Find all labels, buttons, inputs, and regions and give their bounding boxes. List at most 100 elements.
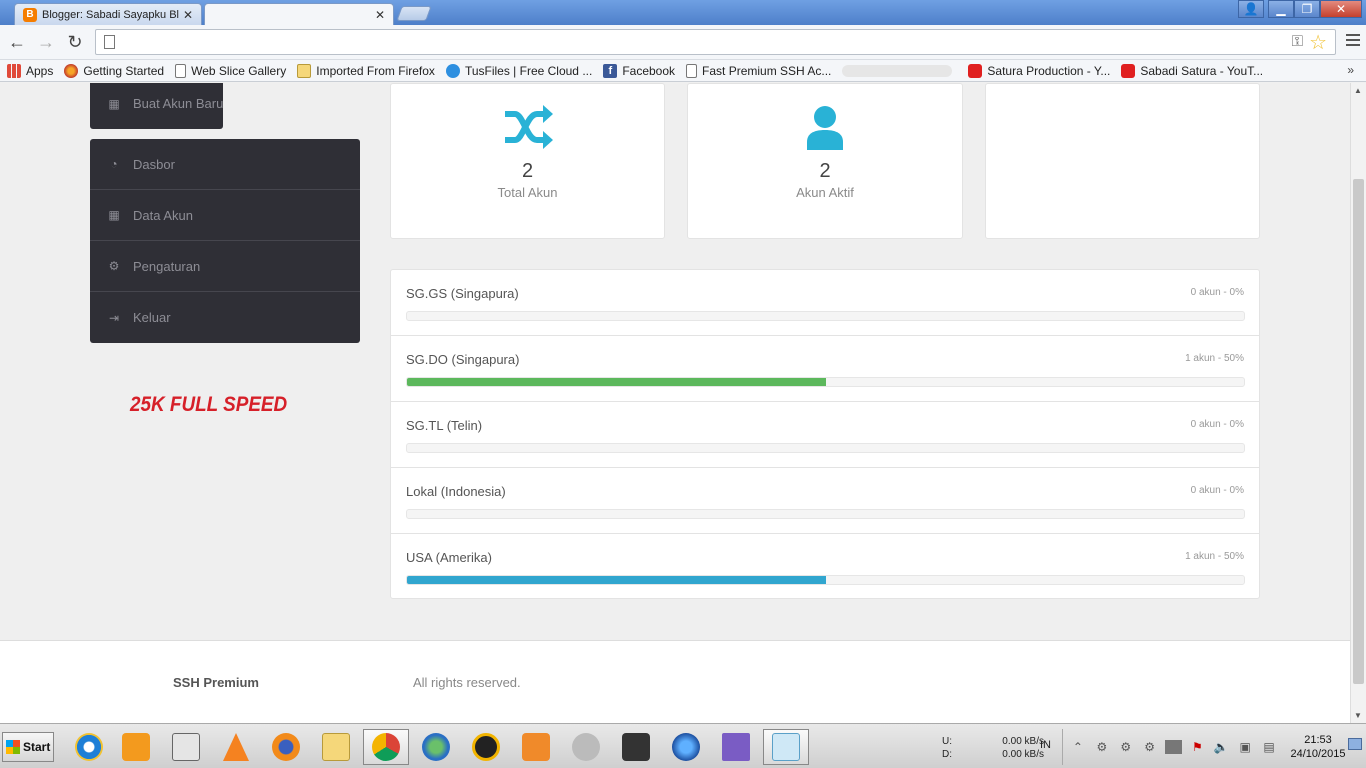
server-usage: 0 akun - 0% (1190, 287, 1244, 298)
start-button[interactable]: Start (2, 732, 54, 762)
tab-active[interactable]: ✕ (204, 3, 394, 25)
flag-tray-icon[interactable]: ⚑ (1188, 740, 1206, 754)
user-icon[interactable]: 👤 (1238, 0, 1264, 18)
system-clock[interactable]: 21:53 24/10/2015 (1290, 733, 1346, 761)
vpn-triangle-icon[interactable] (463, 729, 509, 765)
close-tab-icon[interactable]: ✕ (183, 8, 193, 22)
address-bar[interactable]: ⚿ ☆ (95, 29, 1336, 55)
server-name: SG.DO (Singapura) (406, 352, 520, 367)
back-arrow-icon[interactable]: ← (7, 32, 27, 52)
scrollbar-thumb[interactable] (1353, 179, 1364, 684)
server-name: USA (Amerika) (406, 550, 492, 565)
window-controls: ▁ ❐ ✕ (1268, 0, 1362, 18)
bookmark-imported-from-firefox[interactable]: Imported From Firefox (297, 63, 435, 78)
internet-explorer-icon[interactable] (66, 729, 112, 765)
upload-speed: 0.00 kB/s (1002, 736, 1044, 747)
globe-icon[interactable] (413, 729, 459, 765)
vlc-icon[interactable] (213, 729, 259, 765)
galaxy-app-icon[interactable] (763, 729, 809, 765)
server-list: SG.GS (Singapura) 0 akun - 0% SG.DO (Singa… (390, 269, 1260, 599)
bookmark-fast-premium-ssh[interactable]: Fast Premium SSH Ac... (686, 63, 831, 78)
server-row: Lokal (Indonesia) 0 akun - 0% (391, 468, 1259, 534)
dashboard-icon: ◔ (110, 157, 118, 171)
tab-blogger[interactable]: B Blogger: Sabadi Sayapku Blc ✕ (14, 3, 202, 25)
chrome-icon[interactable] (363, 729, 409, 765)
bookmark-satura-production[interactable]: Satura Production - Y... (968, 63, 1110, 78)
server-row: SG.GS (Singapura) 0 akun - 0% (391, 270, 1259, 336)
user-button[interactable]: 👤 (1238, 0, 1264, 18)
firefox-icon[interactable] (263, 729, 309, 765)
show-desktop-button[interactable] (1348, 738, 1362, 750)
facebook-icon: f (603, 63, 618, 78)
vertical-scrollbar[interactable]: ▲ ▼ (1350, 83, 1366, 723)
close-window-button[interactable]: ✕ (1320, 0, 1362, 18)
show-hidden-icons-icon[interactable]: ⌃ (1069, 740, 1087, 754)
bookmark-web-slice-gallery[interactable]: Web Slice Gallery (175, 63, 287, 78)
openvpn-icon[interactable] (513, 729, 559, 765)
sidebar-top-panel: ▦ Buat Akun Baru (90, 83, 224, 129)
page-icon (686, 63, 698, 78)
close-tab-icon[interactable]: ✕ (375, 8, 385, 22)
scroll-down-icon[interactable]: ▼ (1354, 711, 1362, 720)
usage-progress-bar (406, 311, 1245, 321)
power-tray-icon[interactable]: ▤ (1260, 740, 1278, 754)
bookmark-label: Web Slice Gallery (191, 63, 287, 78)
bookmark-getting-started[interactable]: Getting Started (64, 63, 164, 78)
stat-card-total-akun: 2 Total Akun (390, 83, 665, 239)
firefox-icon (64, 63, 79, 78)
scroll-up-icon[interactable]: ▲ (1354, 86, 1362, 95)
new-tab-button[interactable] (396, 6, 432, 21)
folder-icon (297, 63, 312, 78)
network-tray-icon[interactable]: ⚙ (1141, 740, 1159, 754)
sidebar-item-pengaturan[interactable]: ⚙ Pengaturan (90, 241, 360, 292)
sidebar-item-data-akun[interactable]: ▦ Data Akun (90, 190, 360, 241)
shuffle-icon (391, 104, 664, 150)
browser-toolbar: ← → ↻ ⚿ ☆ (0, 25, 1366, 60)
key-icon[interactable]: ⚿ (1292, 33, 1303, 50)
usage-progress-bar (406, 377, 1245, 387)
promo-text: 25K FULL SPEED (130, 393, 288, 416)
logout-icon: ⇥ (108, 310, 120, 325)
network-tray-icon[interactable]: ⚙ (1093, 740, 1111, 754)
bookmark-tusfiles[interactable]: TusFiles | Free Cloud ... (445, 63, 592, 78)
info-icon[interactable] (613, 729, 659, 765)
sidebar-item-dasbor[interactable]: ◔ Dasbor (90, 139, 360, 190)
volume-icon[interactable]: 🔈 (1212, 740, 1230, 754)
tools-icon[interactable] (563, 729, 609, 765)
network-tool-icon[interactable] (713, 729, 759, 765)
menu-icon[interactable] (1346, 34, 1360, 48)
device-tray-icon[interactable]: ▣ (1236, 740, 1254, 754)
server-usage: 1 akun - 50% (1185, 551, 1244, 562)
network-app-icon[interactable] (663, 729, 709, 765)
sidebar-item-buat-akun-baru[interactable]: ▦ Buat Akun Baru (90, 83, 223, 129)
network-monitor: U: 0.00 kB/s D: 0.00 kB/s (942, 735, 1044, 761)
file-explorer-icon[interactable] (313, 729, 359, 765)
media-player-icon[interactable] (113, 729, 159, 765)
upload-label: U: (942, 736, 952, 747)
bookmark-sabadi-satura[interactable]: Sabadi Satura - YouT... (1121, 63, 1263, 78)
star-icon[interactable]: ☆ (1309, 30, 1327, 55)
new-account-icon: ▦ (108, 96, 120, 111)
restore-button[interactable]: ❐ (1294, 0, 1320, 18)
bookmark-facebook[interactable]: f Facebook (603, 63, 675, 78)
media-player-classic-icon[interactable] (163, 729, 209, 765)
download-label: D: (942, 749, 952, 760)
footer-brand: SSH Premium (173, 675, 259, 690)
language-indicator[interactable]: IN (1040, 739, 1051, 751)
reload-icon[interactable]: ↻ (65, 32, 85, 52)
page-icon (175, 63, 187, 78)
blogger-icon: B (23, 7, 37, 22)
footer-rights: All rights reserved. (413, 675, 521, 690)
minimize-button[interactable]: ▁ (1268, 0, 1294, 18)
bookmark-blurred[interactable] (842, 64, 957, 77)
start-label: Start (23, 740, 51, 754)
bookmark-apps[interactable]: Apps (7, 63, 53, 78)
gear-icon: ⚙ (108, 259, 120, 273)
network-tray-icon[interactable]: ⚙ (1117, 740, 1135, 754)
stat-label: Akun Aktif (796, 185, 854, 200)
app-tray-icon[interactable] (1164, 740, 1183, 754)
bookmarks-overflow-button[interactable]: » (1347, 63, 1354, 77)
browser-titlebar: B Blogger: Sabadi Sayapku Blc ✕ ✕ 👤 ▁ ❐ … (0, 0, 1366, 25)
sidebar-item-keluar[interactable]: ⇥ Keluar (90, 292, 360, 343)
forward-arrow-icon[interactable]: → (36, 32, 56, 52)
